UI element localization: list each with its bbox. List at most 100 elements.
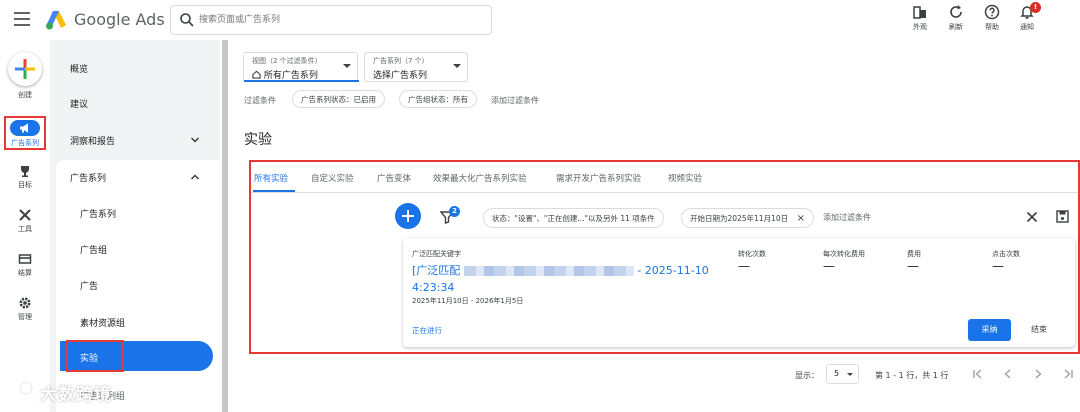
- filter-count-badge: 2: [449, 206, 460, 217]
- create-button[interactable]: [8, 52, 42, 86]
- chevron-up-icon[interactable]: [190, 172, 200, 182]
- redacted-name-segment: [463, 266, 634, 276]
- appearance-icon: [913, 6, 926, 19]
- help-label: 帮助: [985, 23, 999, 31]
- end-button[interactable]: 结束: [1019, 319, 1059, 341]
- rail-billing-label: 结算: [18, 269, 32, 277]
- view-dropdown[interactable]: 视图（2 个过滤条件） 所有广告系列: [243, 52, 359, 82]
- rail-item-goals[interactable]: 目标: [0, 164, 50, 190]
- experiment-status: 正在进行: [412, 326, 442, 335]
- tabs-divider: [251, 192, 1078, 193]
- view-dropdown-underline: [244, 80, 359, 82]
- page-size-select[interactable]: 5: [826, 364, 859, 384]
- notifications-button[interactable]: ! 通知: [1010, 2, 1044, 36]
- nav-scrollbar[interactable]: [222, 40, 228, 412]
- nav-sub-asset-groups[interactable]: 素材资源组: [80, 316, 125, 329]
- brand-name: Google Ads: [74, 10, 165, 29]
- highlight-box-rail: [4, 116, 46, 150]
- metric-conversions-value: —: [738, 259, 750, 273]
- pagination-range: 第 1 - 1 行，共 1 行: [875, 371, 949, 380]
- filter-chip-adgroup-status[interactable]: 广告组状态：所有: [399, 90, 477, 108]
- page-size-label: 显示：: [795, 371, 819, 380]
- appearance-button[interactable]: 外观: [903, 4, 937, 36]
- close-icon[interactable]: [1026, 211, 1038, 223]
- help-icon: [984, 4, 1000, 20]
- metric-cost-label: 费用: [907, 250, 921, 258]
- apply-button[interactable]: 采纳: [968, 319, 1011, 341]
- refresh-button[interactable]: 刷新: [939, 4, 973, 36]
- search-icon: [180, 13, 194, 27]
- notification-badge: !: [1030, 2, 1041, 13]
- credit-card-icon: [18, 254, 32, 264]
- metric-conversions-label: 转化次数: [738, 250, 766, 258]
- chevron-down-icon[interactable]: [190, 135, 200, 145]
- menu-icon[interactable]: [14, 12, 30, 26]
- add-filter-link[interactable]: 添加过滤条件: [491, 95, 539, 106]
- nav-sub-campaigns[interactable]: 广告系列: [80, 207, 116, 220]
- campaign-dropdown-value: 选择广告系列: [373, 71, 428, 81]
- help-button[interactable]: 帮助: [975, 4, 1009, 36]
- metric-cost-value: —: [907, 259, 919, 273]
- metric-cpa-value: —: [823, 259, 835, 273]
- tab-all-experiments[interactable]: 所有实验: [254, 172, 288, 184]
- appearance-label: 外观: [913, 23, 927, 31]
- metric-cpa-label: 每次转化费用: [823, 250, 865, 258]
- experiment-name-link[interactable]: [广泛匹配 - 2025-11-10 4:23:34: [412, 262, 712, 296]
- caret-down-icon: [847, 373, 853, 376]
- add-filter-link-experiments[interactable]: 添加过滤条件: [823, 212, 871, 223]
- tab-ad-variations[interactable]: 广告变体: [377, 172, 411, 184]
- rail-item-tools[interactable]: 工具: [0, 208, 50, 234]
- caret-down-icon: [453, 64, 461, 68]
- experiment-date-range: 2025年11月10日 - 2026年1月5日: [412, 297, 524, 305]
- create-label: 创建: [18, 91, 32, 99]
- next-page-icon[interactable]: [1031, 367, 1045, 381]
- filter-chip-campaign-status[interactable]: 广告系列状态：已启用: [292, 90, 385, 108]
- search-input[interactable]: [199, 11, 479, 29]
- close-icon[interactable]: ×: [797, 214, 805, 224]
- tab-video-experiments[interactable]: 视频实验: [668, 172, 702, 184]
- nav-item-insights[interactable]: 洞察和报告: [70, 134, 115, 147]
- refresh-label: 刷新: [949, 23, 963, 31]
- watermark-text: 大数跨境: [40, 385, 112, 405]
- plus-icon: [15, 59, 35, 79]
- page-size-value: 5: [834, 369, 840, 378]
- first-page-icon[interactable]: [971, 367, 985, 381]
- experiment-name-prefix: [广泛匹配: [412, 264, 461, 277]
- tab-demand-gen-experiments[interactable]: 需求开发广告系列实验: [556, 172, 641, 184]
- filter-chip-start-date[interactable]: 开始日期为2025年11月10日 ×: [681, 208, 814, 228]
- nav-group-campaigns: 广告系列 广告系列 广告组 广告 素材资源组 广告系列组: [56, 160, 220, 412]
- nav-item-overview[interactable]: 概览: [70, 62, 88, 75]
- campaign-dropdown-label: 广告系列（7 个）: [373, 57, 429, 65]
- rail-goals-label: 目标: [18, 181, 32, 189]
- caret-down-icon: [343, 64, 351, 68]
- tools-icon: [19, 209, 31, 221]
- top-bar: Google Ads 外观 刷新 帮助 !: [0, 0, 1080, 40]
- experiment-card: 广泛匹配关键字 [广泛匹配 - 2025-11-10 4:23:34 2025年…: [403, 238, 1075, 347]
- tab-custom-experiments[interactable]: 自定义实验: [311, 172, 354, 184]
- save-icon[interactable]: [1056, 210, 1069, 223]
- highlight-box-nav: [66, 340, 124, 372]
- refresh-icon: [950, 5, 962, 18]
- add-experiment-button[interactable]: [395, 203, 421, 229]
- filter-chip-status[interactable]: 状态："设置"、"正在创建..."以及另外 11 项条件: [483, 208, 664, 228]
- rail-item-billing[interactable]: 结算: [0, 252, 50, 278]
- nav-group-campaigns-label[interactable]: 广告系列: [70, 171, 106, 184]
- tab-pmax-experiments[interactable]: 效果最大化广告系列实验: [433, 172, 527, 184]
- search-box[interactable]: [170, 5, 492, 35]
- watermark-logo-icon: [10, 380, 34, 401]
- last-page-icon[interactable]: [1061, 367, 1075, 381]
- trophy-icon: [21, 166, 29, 178]
- nav-sub-ads[interactable]: 广告: [80, 279, 98, 292]
- page-title: 实验: [244, 132, 272, 148]
- filter-chip-start-date-text: 开始日期为2025年11月10日: [690, 214, 789, 223]
- nav-item-recommendations[interactable]: 建议: [70, 97, 88, 110]
- filters-label: 过滤条件: [244, 96, 276, 105]
- campaign-dropdown[interactable]: 广告系列（7 个） 选择广告系列: [364, 52, 468, 82]
- view-dropdown-label: 视图（2 个过滤条件）: [252, 57, 322, 65]
- nav-sub-ad-groups[interactable]: 广告组: [80, 243, 107, 256]
- previous-page-icon[interactable]: [1001, 367, 1015, 381]
- home-icon: [252, 70, 261, 79]
- rail-tools-label: 工具: [18, 225, 32, 233]
- rail-item-admin[interactable]: 管理: [0, 296, 50, 322]
- rail-admin-label: 管理: [18, 313, 32, 321]
